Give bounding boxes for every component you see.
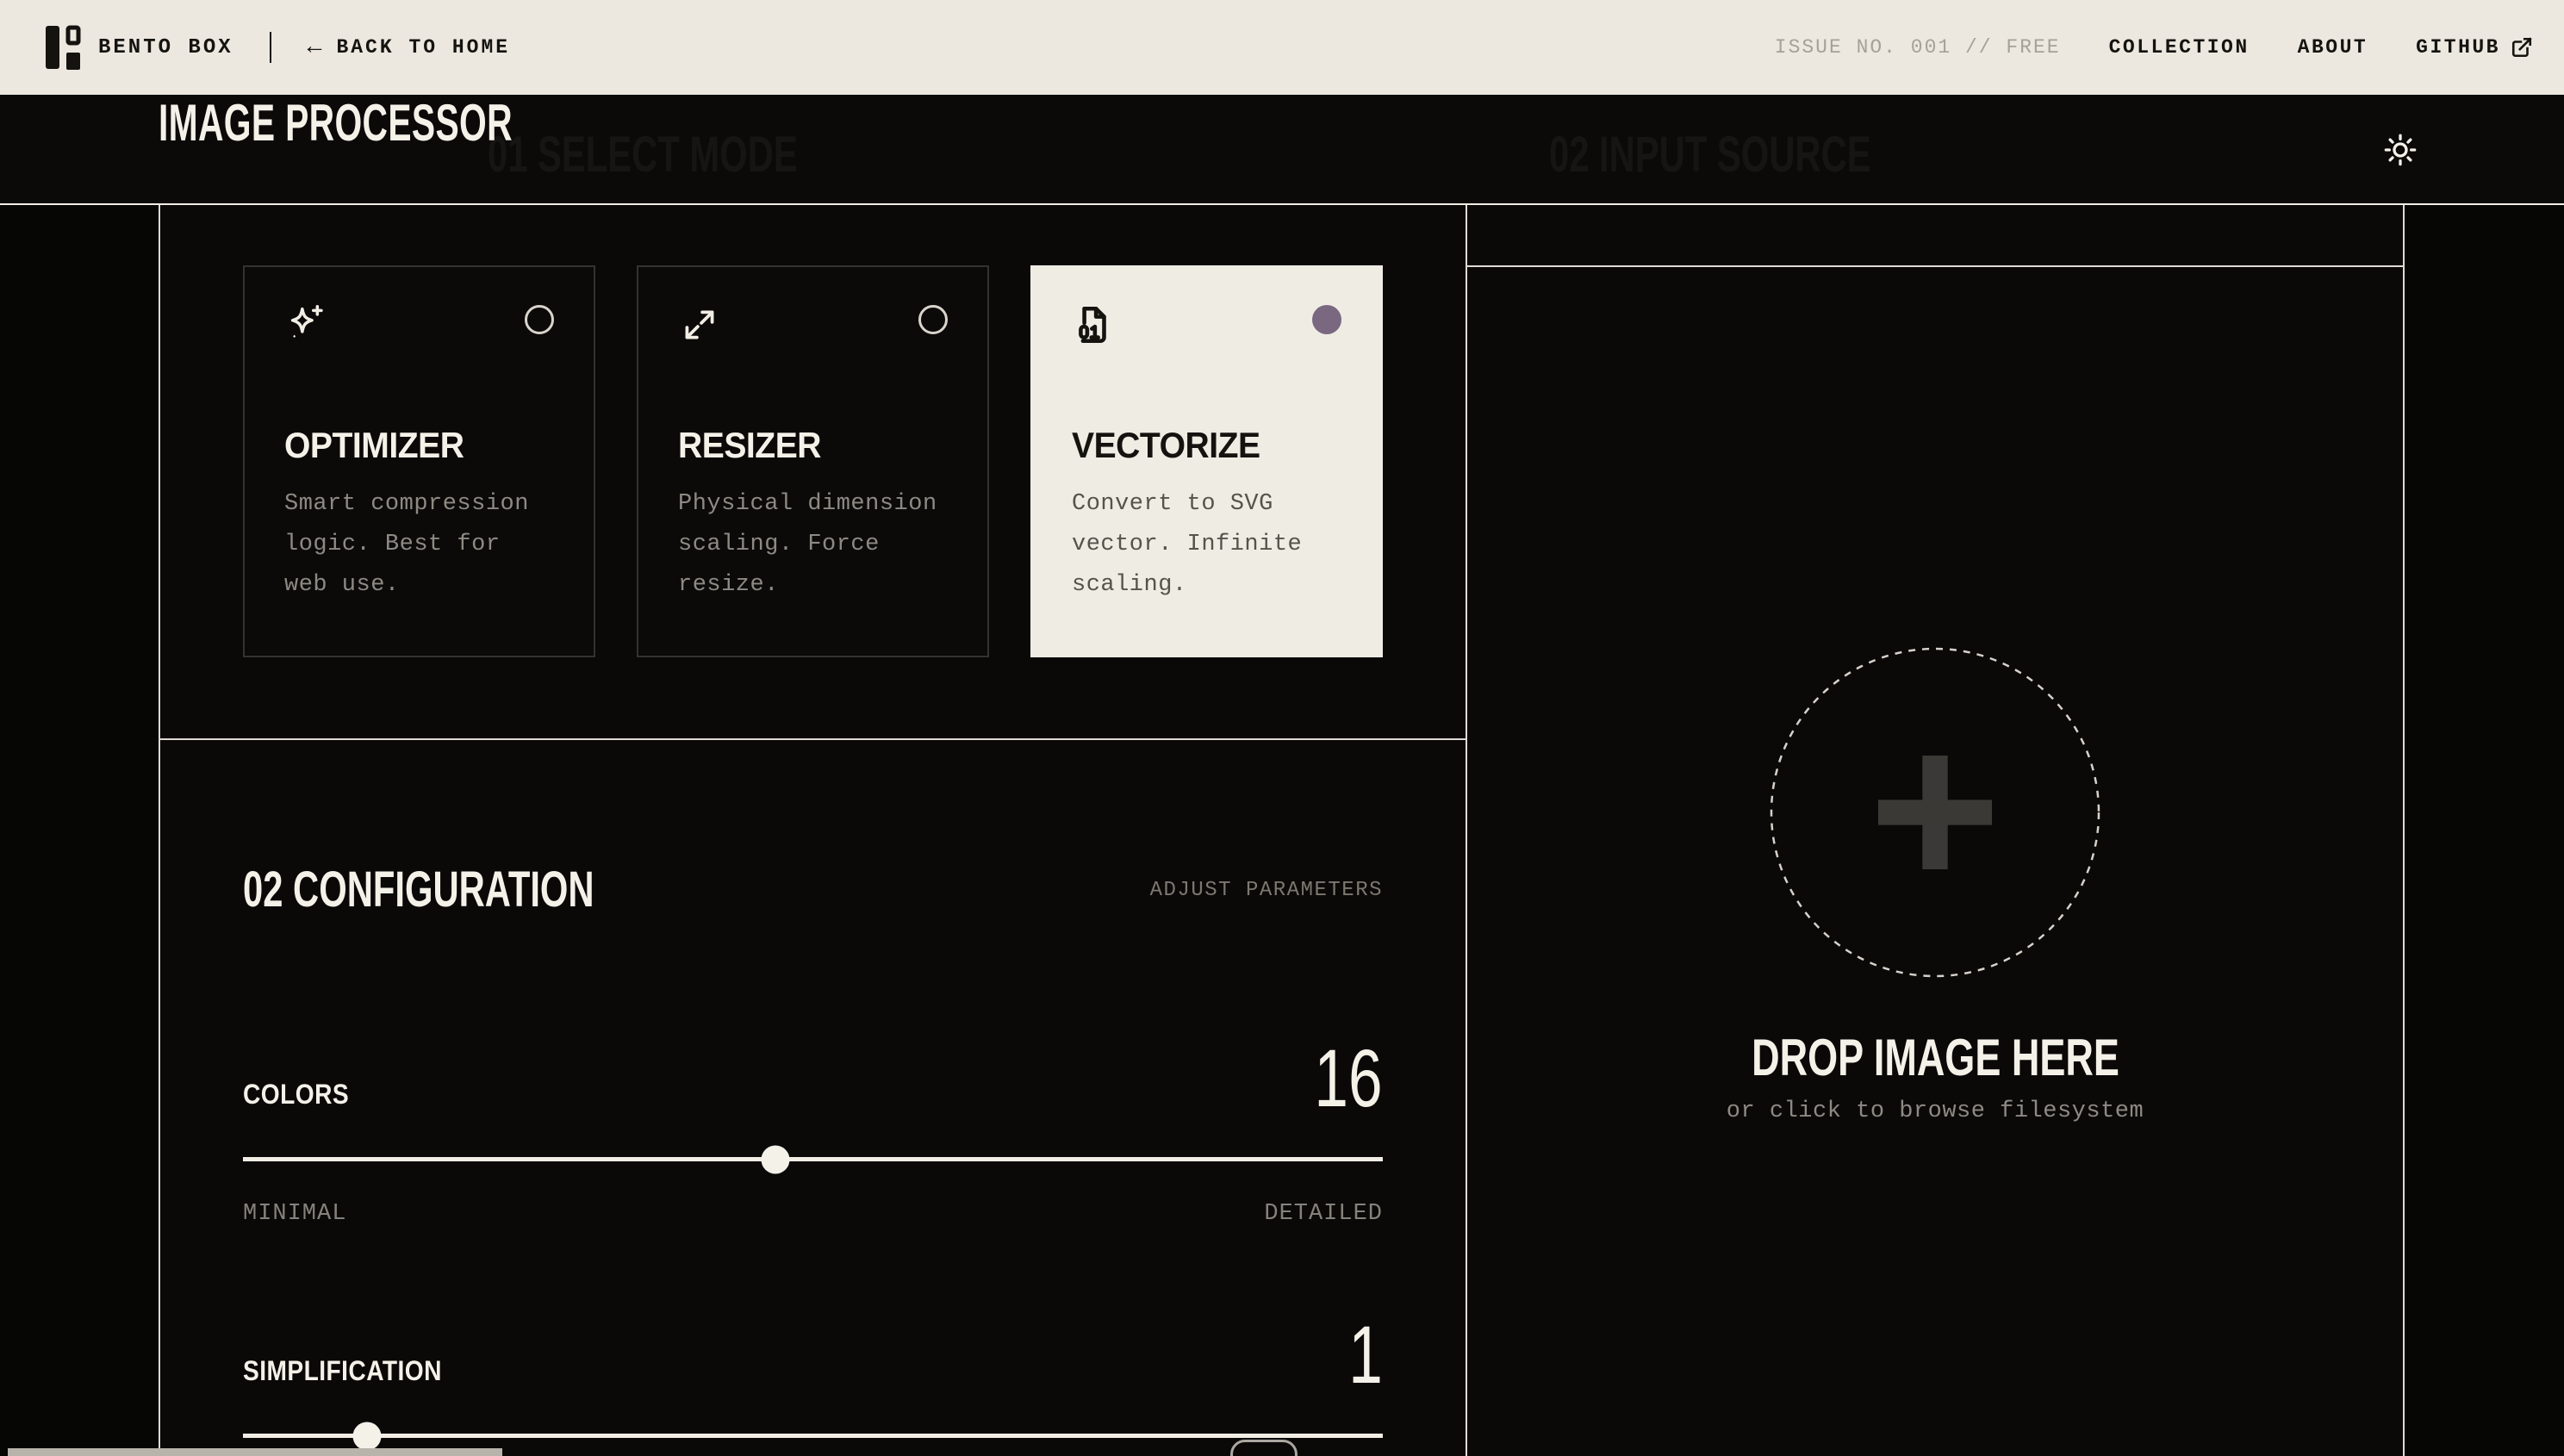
- simplification-slider[interactable]: [243, 1422, 1383, 1451]
- dashed-circle: [1770, 647, 2100, 978]
- radio-unselected[interactable]: [525, 305, 554, 334]
- colors-parameter: COLORS 16 MINIMAL DETAILED: [243, 1033, 1383, 1227]
- colors-min-label: MINIMAL: [243, 1201, 347, 1228]
- mode-card-resizer[interactable]: RESIZER Physical dimension scaling. Forc…: [637, 265, 989, 657]
- colors-value: 16: [1314, 1033, 1383, 1125]
- mode-card-title: RESIZER: [678, 425, 822, 465]
- colors-max-label: DETAILED: [1264, 1201, 1383, 1228]
- radio-unselected[interactable]: [918, 305, 948, 334]
- configuration-subtitle: ADJUST PARAMETERS: [1149, 878, 1383, 902]
- nav-collection[interactable]: COLLECTION: [2109, 36, 2250, 59]
- mode-card-title: VECTORIZE: [1072, 425, 1260, 465]
- configuration-title: 02 CONFIGURATION: [243, 862, 594, 918]
- back-to-home-link[interactable]: ← BACK TO HOME: [308, 34, 510, 61]
- mode-card-description: Convert to SVG vector. Infinite scaling.: [1072, 491, 1303, 598]
- app-header: 01 SELECT MODE 02 INPUT SOURCE IMAGE PRO…: [0, 95, 2564, 205]
- page-title: IMAGE PROCESSOR: [159, 93, 513, 152]
- top-bar: BENTO BOX ← BACK TO HOME ISSUE NO. 001 /…: [0, 0, 2564, 95]
- left-panel: OPTIMIZER Smart compression logic. Best …: [159, 205, 1467, 1456]
- sun-icon: [2384, 134, 2417, 166]
- mode-card-description: Smart compression logic. Best for web us…: [284, 491, 529, 598]
- radio-selected[interactable]: [1312, 305, 1341, 334]
- ghost-section-title-right: 02 INPUT SOURCE: [1549, 126, 1871, 183]
- input-source-header-strip: [1467, 205, 2403, 267]
- topbar-divider: [269, 32, 271, 63]
- image-drop-zone[interactable]: DROP IMAGE HERE or click to browse files…: [1467, 267, 2403, 1124]
- resize-arrows-icon: [685, 310, 714, 339]
- simplification-parameter: SIMPLIFICATION 1 DETAILED ABSTRACT: [243, 1310, 1383, 1456]
- file-digit-icon: [1079, 306, 1106, 344]
- nav-github-label: GITHUB: [2416, 36, 2500, 59]
- bento-box-logo-icon: [46, 25, 81, 70]
- simplification-value: 1: [1348, 1310, 1383, 1402]
- scroll-grabber-pill[interactable]: [1230, 1440, 1298, 1456]
- mode-card-vectorize[interactable]: VECTORIZE Convert to SVG vector. Infinit…: [1030, 265, 1383, 657]
- horizontal-scrollbar-thumb[interactable]: [8, 1448, 502, 1456]
- drop-zone-title: DROP IMAGE HERE: [1751, 1029, 2119, 1086]
- topbar-right: ISSUE NO. 001 // FREE COLLECTION ABOUT G…: [1775, 36, 2533, 59]
- brand-label: BENTO BOX: [98, 35, 233, 59]
- image-processor-page: BENTO BOX ← BACK TO HOME ISSUE NO. 001 /…: [0, 0, 2564, 1456]
- simplification-label: SIMPLIFICATION: [243, 1355, 442, 1387]
- section-divider: [160, 738, 1466, 740]
- issue-badge: ISSUE NO. 001 // FREE: [1774, 36, 2061, 59]
- colors-slider[interactable]: [243, 1145, 1383, 1174]
- mode-card-title: OPTIMIZER: [284, 425, 464, 465]
- sparkles-icon: [290, 304, 323, 338]
- right-panel: DROP IMAGE HERE or click to browse files…: [1467, 205, 2405, 1456]
- brand[interactable]: BENTO BOX: [45, 25, 233, 70]
- mode-card-description: Physical dimension scaling. Force resize…: [678, 491, 937, 598]
- back-arrow-icon: ←: [307, 34, 325, 61]
- back-to-home-label: BACK TO HOME: [336, 36, 511, 59]
- nav-github[interactable]: GITHUB: [2416, 36, 2533, 59]
- simplification-slider-thumb[interactable]: [352, 1422, 382, 1451]
- drop-zone-subtitle: or click to browse filesystem: [1726, 1098, 2144, 1124]
- external-link-icon: [2511, 37, 2532, 58]
- mode-card-optimizer[interactable]: OPTIMIZER Smart compression logic. Best …: [243, 265, 595, 657]
- configuration-header: 02 CONFIGURATION ADJUST PARAMETERS: [243, 826, 1383, 954]
- colors-label: COLORS: [243, 1079, 350, 1111]
- mode-cards: OPTIMIZER Smart compression logic. Best …: [243, 265, 1383, 657]
- drop-target-circle[interactable]: [1770, 647, 2100, 978]
- nav-about[interactable]: ABOUT: [2298, 36, 2368, 59]
- colors-slider-thumb[interactable]: [761, 1145, 790, 1174]
- theme-toggle-button[interactable]: [2380, 129, 2421, 171]
